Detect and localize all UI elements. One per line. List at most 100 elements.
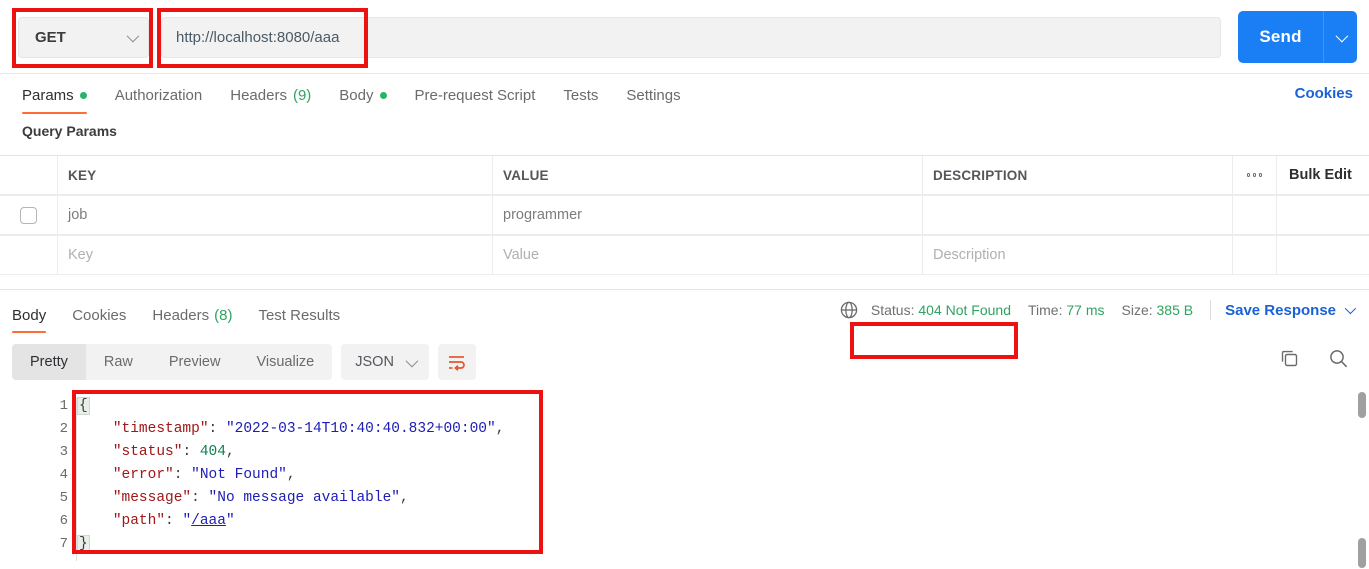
row-checkbox-cell	[0, 196, 58, 234]
wrap-lines-button[interactable]	[437, 344, 476, 380]
send-options-button[interactable]	[1323, 11, 1357, 63]
send-button[interactable]: Send	[1238, 27, 1323, 47]
cookies-link[interactable]: Cookies	[1295, 85, 1353, 102]
scrollbar-thumb-top[interactable]	[1358, 392, 1366, 418]
table-row[interactable]: Key Value Description	[0, 235, 1369, 275]
green-dot-icon	[79, 91, 87, 99]
table-header-row: KEY VALUE DESCRIPTION Bulk Edit	[0, 155, 1369, 195]
row-checkbox-cell	[0, 236, 58, 274]
body-view-segment-group: Pretty Raw Preview Visualize	[12, 344, 333, 380]
header-cell-description: DESCRIPTION	[923, 156, 1233, 194]
tab-headers[interactable]: Headers (9)	[230, 74, 311, 116]
request-response-divider	[0, 289, 1369, 290]
size-badge: Size: 385 B	[1122, 302, 1194, 318]
tab-response-body[interactable]: Body	[12, 296, 47, 334]
header-cell-key: KEY	[58, 156, 493, 194]
code-line: "status": 404,	[112, 444, 235, 460]
row-description-cell[interactable]	[923, 196, 1233, 234]
view-pretty-button[interactable]: Pretty	[12, 344, 86, 380]
body-format-select[interactable]: JSON	[341, 344, 429, 380]
bulk-edit-label: Bulk Edit	[1289, 167, 1352, 183]
code-line: }	[77, 535, 90, 553]
header-cell-checkbox	[0, 156, 58, 194]
code-line: "message": "No message available",	[112, 490, 409, 506]
row-key-value: job	[68, 207, 88, 223]
line-number: 2	[59, 421, 68, 437]
tab-settings[interactable]: Settings	[626, 74, 680, 116]
save-response-label: Save Response	[1225, 301, 1336, 319]
status-value: 404 Not Found	[918, 302, 1011, 318]
line-number: 5	[59, 490, 68, 506]
row-value-value: programmer	[503, 207, 582, 223]
code-line: "error": "Not Found",	[112, 467, 296, 483]
time-badge: Time: 77 ms	[1028, 302, 1105, 318]
body-format-value: JSON	[355, 354, 394, 370]
view-visualize-button[interactable]: Visualize	[238, 344, 332, 380]
tab-test-results[interactable]: Test Results	[258, 296, 340, 334]
time-value: 77 ms	[1066, 302, 1105, 318]
line-number: 3	[59, 444, 68, 460]
chevron-down-icon	[405, 354, 419, 367]
new-row-description-input[interactable]: Description	[923, 236, 1233, 274]
response-meta-bar: Status: 404 Not Found Time: 77 ms Size: …	[840, 300, 1357, 320]
query-params-table: KEY VALUE DESCRIPTION Bulk Edit job prog…	[0, 155, 1369, 275]
view-raw-button[interactable]: Raw	[86, 344, 151, 380]
row-value-cell[interactable]: programmer	[493, 196, 923, 234]
tab-response-cookies[interactable]: Cookies	[72, 296, 126, 334]
code-line: "path": "/aaa"	[112, 513, 235, 529]
row-checkbox[interactable]	[20, 206, 37, 224]
tab-pre-request-script-label: Pre-request Script	[414, 86, 536, 104]
new-row-key-input[interactable]: Key	[58, 236, 493, 274]
response-body-actions	[1279, 348, 1349, 374]
json-code-content[interactable]: { "timestamp": "2022-03-14T10:40:40.832+…	[77, 390, 504, 556]
new-row-value-input[interactable]: Value	[493, 236, 923, 274]
tab-tests[interactable]: Tests	[563, 74, 598, 116]
response-body-toolbar: Pretty Raw Preview Visualize JSON	[12, 344, 476, 380]
row-key-cell[interactable]: job	[58, 196, 493, 234]
http-method-value: GET	[35, 29, 66, 46]
tab-pre-request-script[interactable]: Pre-request Script	[415, 74, 536, 116]
response-body-viewer[interactable]: 1 2 3 4 5 6 7 { "timestamp": "2022-03-14T10:40…	[0, 390, 1369, 569]
table-row[interactable]: job programmer	[0, 195, 1369, 235]
chevron-down-icon	[1344, 302, 1357, 315]
green-dot-icon	[379, 91, 387, 99]
status-label: Status:	[870, 302, 915, 318]
line-number-gutter: 1 2 3 4 5 6 7	[0, 390, 68, 556]
tab-response-headers[interactable]: Headers (8)	[152, 296, 232, 334]
globe-icon[interactable]	[840, 301, 858, 319]
chevron-down-icon	[1335, 29, 1349, 42]
code-line: {	[77, 397, 90, 415]
tab-settings-label: Settings	[626, 86, 681, 104]
row-options-spacer	[1233, 196, 1277, 234]
bulk-edit-button[interactable]: Bulk Edit	[1277, 156, 1369, 194]
scrollbar-thumb-bottom[interactable]	[1358, 538, 1366, 568]
tab-params[interactable]: Params	[22, 74, 87, 116]
line-number: 4	[59, 467, 68, 483]
meta-divider	[1210, 300, 1212, 320]
request-tab-bar: Params Authorization Headers (9) Body Pr…	[0, 74, 1369, 116]
send-button-group[interactable]: Send	[1238, 11, 1357, 63]
more-options-icon[interactable]	[1233, 156, 1277, 194]
tab-headers-label: Headers	[230, 86, 287, 104]
chevron-down-icon	[126, 29, 140, 43]
request-url-bar: GET http://localhost:8080/aaa Send	[0, 0, 1369, 74]
row-end-spacer	[1277, 236, 1369, 274]
line-number: 7	[59, 536, 68, 552]
line-number: 6	[59, 513, 68, 529]
http-method-select[interactable]: GET	[18, 17, 149, 58]
row-end-spacer	[1277, 196, 1369, 234]
tab-authorization[interactable]: Authorization	[115, 74, 203, 116]
header-cell-value: VALUE	[493, 156, 923, 194]
tab-tests-label: Tests	[563, 86, 599, 104]
request-url-input[interactable]: http://localhost:8080/aaa	[161, 17, 1221, 58]
search-icon[interactable]	[1328, 348, 1349, 374]
view-preview-button[interactable]: Preview	[151, 344, 239, 380]
status-badge: Status: 404 Not Found	[871, 302, 1011, 318]
copy-icon[interactable]	[1279, 348, 1300, 374]
save-response-button[interactable]: Save Response	[1225, 301, 1357, 319]
tab-body[interactable]: Body	[339, 74, 387, 116]
query-params-heading: Query Params	[22, 123, 117, 139]
tab-response-headers-count: (8)	[214, 306, 233, 324]
size-value: 385 B	[1156, 302, 1194, 318]
time-label: Time:	[1028, 302, 1063, 318]
